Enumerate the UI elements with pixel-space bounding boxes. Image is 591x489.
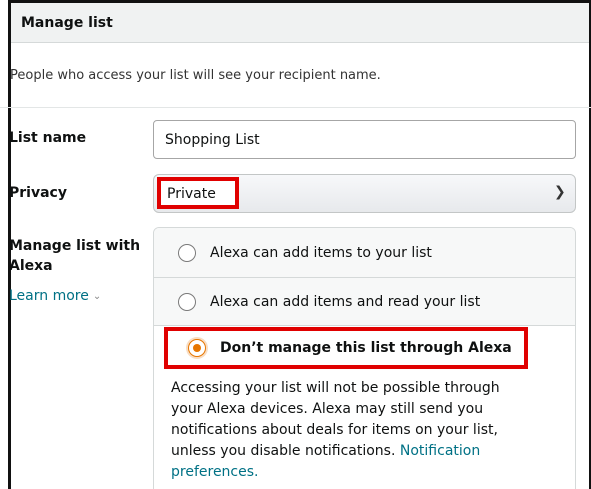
radio-option-add-and-read[interactable]: Alexa can add items and read your list <box>154 278 575 326</box>
privacy-label: Privacy <box>9 185 67 201</box>
radio-button[interactable] <box>178 292 196 311</box>
alexa-description: Accessing your list will not be possible… <box>171 378 531 483</box>
learn-more-link[interactable]: Learn more ⌄ <box>9 288 101 304</box>
radio-button[interactable] <box>178 243 196 262</box>
radio-option-label: Alexa can add items and read your list <box>210 293 481 310</box>
radio-option-add-items[interactable]: Alexa can add items to your list <box>154 228 575 278</box>
radio-button-selected[interactable] <box>188 339 206 357</box>
privacy-selected-value: Private <box>167 186 216 202</box>
list-name-value: Shopping List <box>165 131 260 148</box>
chevron-down-icon: ⌄ <box>92 290 102 302</box>
radio-option-dont-manage[interactable]: Don’t manage this list through Alexa <box>164 327 528 369</box>
list-name-label: List name <box>9 130 87 146</box>
radio-option-label: Alexa can add items to your list <box>210 244 432 261</box>
learn-more-label: Learn more <box>9 288 89 304</box>
alexa-label: Manage list with Alexa <box>9 238 141 274</box>
divider <box>0 107 591 108</box>
radio-option-label: Don’t manage this list through Alexa <box>220 340 512 356</box>
chevron-down-icon: ❯ <box>554 184 566 200</box>
panel-title: Manage list <box>21 14 113 31</box>
list-name-input[interactable]: Shopping List <box>153 120 576 159</box>
recipient-note: People who access your list will see you… <box>10 68 381 83</box>
panel-header: Manage list <box>11 3 589 43</box>
